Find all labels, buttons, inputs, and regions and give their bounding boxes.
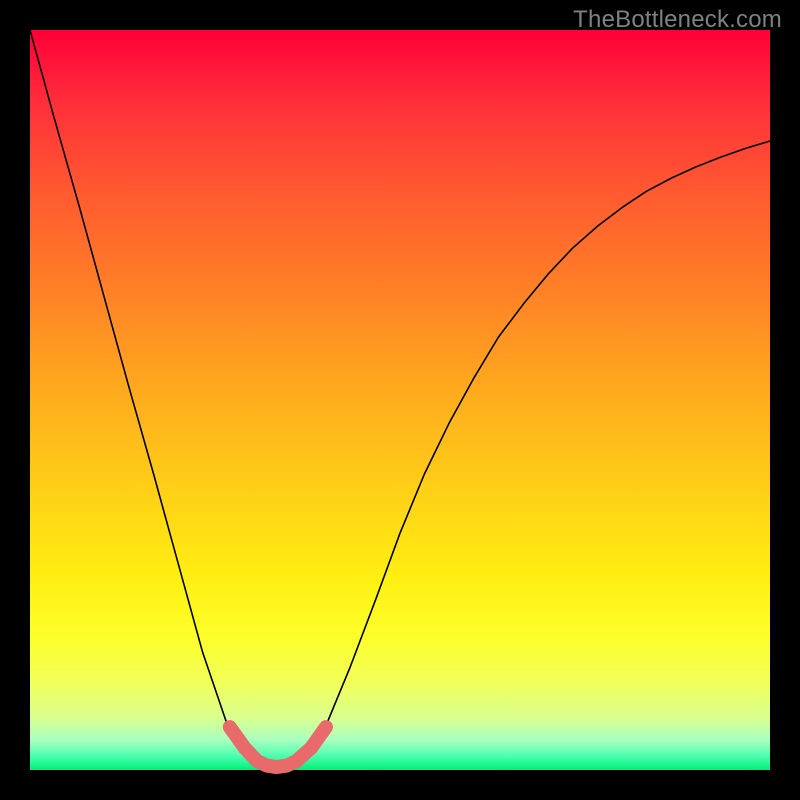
marker-band [230,727,326,767]
bottleneck-curve [30,30,770,768]
watermark-text: TheBottleneck.com [573,6,782,34]
chart-svg [30,30,770,770]
chart-area [30,30,770,770]
